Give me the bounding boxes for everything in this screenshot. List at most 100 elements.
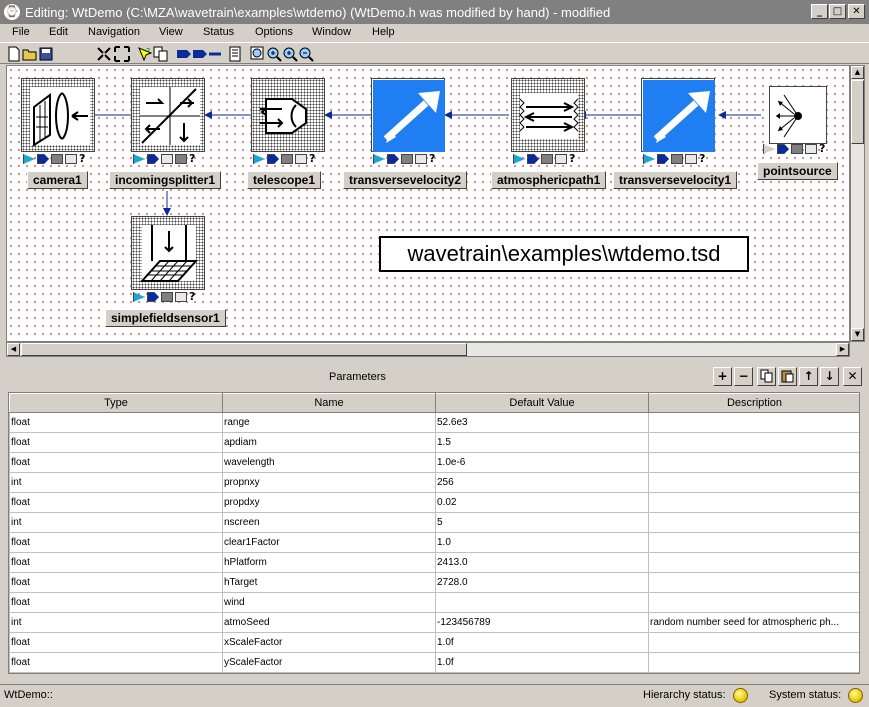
scroll-thumb[interactable] — [21, 343, 467, 356]
table-row[interactable]: float range 52.6e3 — [9, 412, 859, 433]
help-cursor-icon[interactable]: ? — [137, 46, 153, 62]
type-cell[interactable]: float — [9, 572, 223, 593]
collapse-icon[interactable] — [96, 46, 112, 62]
move-down-button[interactable]: ↓ — [820, 367, 839, 386]
description-cell[interactable] — [648, 472, 859, 493]
scroll-down-arrow-icon[interactable]: ▼ — [851, 328, 864, 341]
type-cell[interactable]: float — [9, 592, 223, 613]
name-cell[interactable]: hTarget — [222, 572, 436, 593]
column-header-type[interactable]: Type — [9, 393, 223, 413]
description-cell[interactable] — [648, 532, 859, 553]
default-value-cell[interactable]: 1.0f — [435, 652, 649, 673]
default-value-cell[interactable]: 1.5 — [435, 432, 649, 453]
name-cell[interactable]: wind — [222, 592, 436, 613]
description-cell[interactable] — [648, 592, 859, 613]
menu-navigation[interactable]: Navigation — [88, 26, 140, 38]
close-button[interactable]: ✕ — [848, 4, 865, 19]
table-row[interactable]: float wind — [9, 592, 859, 613]
name-cell[interactable]: atmoSeed — [222, 612, 436, 633]
description-cell[interactable] — [648, 512, 859, 533]
description-cell[interactable] — [648, 572, 859, 593]
name-cell[interactable]: hPlatform — [222, 552, 436, 573]
description-cell[interactable] — [648, 552, 859, 573]
table-row[interactable]: int nscreen 5 — [9, 512, 859, 533]
zoom-in-icon[interactable] — [282, 46, 298, 62]
menu-window[interactable]: Window — [312, 26, 351, 38]
type-cell[interactable]: float — [9, 532, 223, 553]
hierarchy-icon[interactable] — [153, 46, 169, 62]
table-row[interactable]: float yScaleFactor 1.0f — [9, 652, 859, 673]
menu-help[interactable]: Help — [372, 26, 395, 38]
menu-view[interactable]: View — [159, 26, 183, 38]
default-value-cell[interactable]: 5 — [435, 512, 649, 533]
hierarchy-status-indicator-icon[interactable] — [733, 688, 748, 703]
type-cell[interactable]: float — [9, 652, 223, 673]
table-row[interactable]: float xScaleFactor 1.0f — [9, 632, 859, 653]
new-icon[interactable] — [6, 46, 22, 62]
type-cell[interactable]: float — [9, 452, 223, 473]
type-cell[interactable]: int — [9, 612, 223, 633]
description-cell[interactable] — [648, 492, 859, 513]
scroll-left-arrow-icon[interactable]: ◀ — [7, 343, 20, 356]
system-status-indicator-icon[interactable] — [848, 688, 863, 703]
copy-icon[interactable] — [757, 367, 776, 386]
name-cell[interactable]: range — [222, 412, 436, 433]
column-header-description[interactable]: Description — [648, 393, 859, 413]
type-cell[interactable]: float — [9, 432, 223, 453]
open-icon[interactable] — [22, 46, 38, 62]
menu-file[interactable]: File — [12, 26, 30, 38]
name-cell[interactable]: propnxy — [222, 472, 436, 493]
menu-options[interactable]: Options — [255, 26, 293, 38]
description-cell[interactable] — [648, 452, 859, 473]
default-value-cell[interactable] — [435, 592, 649, 613]
name-cell[interactable]: wavelength — [222, 452, 436, 473]
zoom-out-icon[interactable] — [298, 46, 314, 62]
move-up-button[interactable]: ↑ — [799, 367, 818, 386]
type-cell[interactable]: int — [9, 472, 223, 493]
table-row[interactable]: int atmoSeed -123456789 random number seed … — [9, 612, 859, 633]
zoom-fit-icon[interactable] — [250, 46, 266, 62]
description-cell[interactable] — [648, 632, 859, 653]
vertical-scrollbar[interactable]: ▲ ▼ — [850, 65, 865, 342]
name-cell[interactable]: yScaleFactor — [222, 652, 436, 673]
description-cell[interactable]: random number seed for atmospheric ph... — [648, 612, 859, 633]
default-value-cell[interactable]: 2728.0 — [435, 572, 649, 593]
name-cell[interactable]: apdiam — [222, 432, 436, 453]
scroll-up-arrow-icon[interactable]: ▲ — [851, 66, 864, 79]
table-row[interactable]: float apdiam 1.5 — [9, 432, 859, 453]
connect-icon[interactable] — [176, 46, 222, 62]
description-cell[interactable] — [648, 652, 859, 673]
type-cell[interactable]: float — [9, 412, 223, 433]
default-value-cell[interactable]: 1.0 — [435, 532, 649, 553]
table-row[interactable]: float clear1Factor 1.0 — [9, 532, 859, 553]
zoom-in-icon[interactable] — [266, 46, 282, 62]
type-cell[interactable]: float — [9, 552, 223, 573]
menu-edit[interactable]: Edit — [49, 26, 68, 38]
default-value-cell[interactable]: -123456789 — [435, 612, 649, 633]
close-parameters-button[interactable]: ✕ — [843, 367, 862, 386]
table-row[interactable]: float wavelength 1.0e-6 — [9, 452, 859, 473]
default-value-cell[interactable]: 256 — [435, 472, 649, 493]
paste-icon[interactable] — [778, 367, 797, 386]
scroll-thumb[interactable] — [851, 80, 864, 144]
horizontal-scrollbar[interactable]: ◀ ▶ — [6, 342, 850, 357]
expand-icon[interactable] — [114, 46, 130, 62]
properties-icon[interactable] — [227, 46, 243, 62]
default-value-cell[interactable]: 52.6e3 — [435, 412, 649, 433]
name-cell[interactable]: clear1Factor — [222, 532, 436, 553]
table-row[interactable]: float propdxy 0.02 — [9, 492, 859, 513]
default-value-cell[interactable]: 0.02 — [435, 492, 649, 513]
menu-status[interactable]: Status — [203, 26, 234, 38]
remove-parameter-button[interactable]: − — [734, 367, 753, 386]
scroll-right-arrow-icon[interactable]: ▶ — [836, 343, 849, 356]
type-cell[interactable]: float — [9, 632, 223, 653]
table-row[interactable]: float hPlatform 2413.0 — [9, 552, 859, 573]
maximize-button[interactable]: □ — [829, 4, 846, 19]
name-cell[interactable]: xScaleFactor — [222, 632, 436, 653]
minimize-button[interactable]: _ — [811, 4, 828, 19]
description-cell[interactable] — [648, 412, 859, 433]
description-cell[interactable] — [648, 432, 859, 453]
name-cell[interactable]: nscreen — [222, 512, 436, 533]
default-value-cell[interactable]: 1.0f — [435, 632, 649, 653]
add-parameter-button[interactable]: + — [713, 367, 732, 386]
